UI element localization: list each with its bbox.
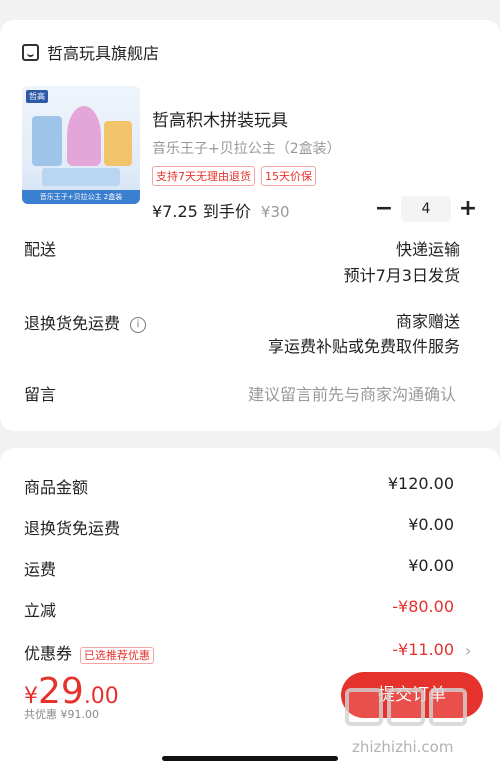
- info-icon[interactable]: i: [130, 316, 147, 333]
- watermark-logo: [345, 688, 467, 726]
- increase-button[interactable]: +: [457, 196, 479, 222]
- quantity-stepper: − 4 +: [373, 196, 479, 222]
- quantity-input[interactable]: 4: [401, 196, 451, 222]
- order-item-card: 哲高玩具旗舰店 哲高 音乐王子+贝拉公主 2盒装 哲高积木拼装玩具 音乐王子+贝…: [0, 20, 500, 431]
- return-shipping-value: 商家赠送: [395, 312, 460, 331]
- return-fee-value: ¥0.00: [408, 515, 454, 534]
- original-price: ¥30: [260, 203, 290, 221]
- watermark-text: zhizhizhi.com: [352, 738, 454, 756]
- fee-row-shipping: 运费 ¥0.00: [24, 556, 454, 580]
- total-saved: 共优惠 ¥91.00: [24, 708, 99, 721]
- coupon-tag: 已选推荐优惠: [80, 646, 155, 664]
- message-label: 留言: [24, 385, 57, 404]
- thumb-brand: 哲高: [26, 90, 48, 103]
- coupon-label: 优惠券: [24, 644, 73, 663]
- price-row: ¥7.25 到手价 ¥30: [152, 198, 290, 222]
- decrease-button[interactable]: −: [373, 196, 395, 222]
- thumb-caption: 音乐王子+贝拉公主 2盒装: [22, 190, 140, 204]
- discount-label: 立减: [24, 601, 57, 620]
- delivery-eta: 预计7月3日发货: [343, 266, 460, 285]
- return-shipping-row: 退换货免运费 i: [24, 310, 147, 334]
- tag-return: 支持7天无理由退货: [152, 166, 255, 186]
- fee-row-discount: 立减 -¥80.00: [24, 597, 454, 621]
- home-indicator[interactable]: [162, 756, 338, 761]
- coupon-value: -¥11.00: [392, 640, 454, 659]
- product-image[interactable]: 哲高 音乐王子+贝拉公主 2盒装: [22, 86, 140, 204]
- shipping-label: 运费: [24, 560, 57, 579]
- product-spec[interactable]: 音乐王子+贝拉公主（2盒装）: [152, 138, 341, 158]
- message-input[interactable]: 建议留言前先与商家沟通确认: [248, 381, 456, 405]
- delivery-label: 配送: [24, 240, 57, 259]
- tag-price-protect: 15天价保: [261, 166, 316, 186]
- service-tags: 支持7天无理由退货 15天价保: [152, 166, 316, 186]
- fee-row-return: 退换货免运费 ¥0.00: [24, 515, 454, 539]
- goods-value: ¥120.00: [387, 474, 454, 493]
- return-fee-label: 退换货免运费: [24, 519, 121, 538]
- return-shipping-label: 退换货免运费: [24, 314, 121, 333]
- fee-row-coupon[interactable]: 优惠券 已选推荐优惠 -¥11.00: [24, 640, 454, 664]
- fee-row-goods: 商品金额 ¥120.00: [24, 474, 454, 498]
- store-icon: [22, 43, 39, 61]
- goods-label: 商品金额: [24, 478, 89, 497]
- delivery-method[interactable]: 快递运输: [396, 236, 460, 260]
- discount-value: -¥80.00: [392, 597, 454, 616]
- store-header[interactable]: 哲高玩具旗舰店: [22, 40, 159, 64]
- return-shipping-detail: 享运费补贴或免费取件服务: [267, 337, 460, 356]
- store-name: 哲高玩具旗舰店: [47, 44, 160, 63]
- chevron-right-icon[interactable]: ›: [465, 641, 471, 660]
- shipping-value: ¥0.00: [408, 556, 454, 575]
- final-price: ¥7.25 到手价: [152, 202, 251, 221]
- product-name: 哲高积木拼装玩具: [152, 111, 288, 131]
